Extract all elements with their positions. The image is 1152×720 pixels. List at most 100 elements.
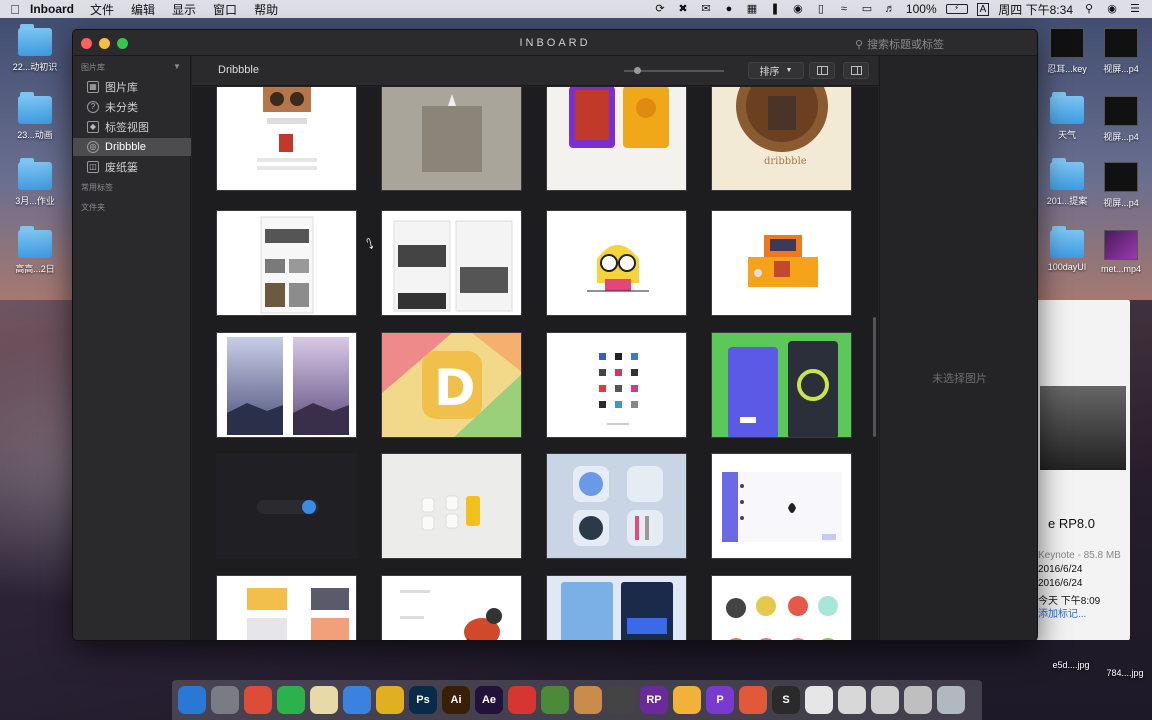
input-source[interactable]: A [976,2,990,16]
image-thumbnail[interactable] [546,575,687,640]
dock-app-icon[interactable] [871,686,899,714]
thumbnail-image [748,235,818,287]
svg-text:D: D [434,359,476,417]
image-thumbnail[interactable] [546,453,687,559]
eye-icon[interactable]: ◉ [791,3,805,15]
desktop-file[interactable]: 784....jpg [1090,668,1152,678]
image-thumbnail[interactable] [216,332,357,438]
image-thumbnail[interactable] [381,87,522,191]
common-tags-header: 常用标签 [81,183,113,192]
desktop-file[interactable]: met...mp4 [1086,230,1152,274]
image-thumbnail[interactable] [381,453,522,559]
grid-icon[interactable]: ▦ [745,3,759,15]
image-thumbnail[interactable] [711,575,852,640]
image-thumbnail[interactable] [381,575,522,640]
wifi-icon[interactable]: ≈ [837,3,851,15]
dock-app-icon[interactable]: S [772,686,800,714]
dock-app-icon[interactable] [607,686,635,714]
image-thumbnail[interactable] [546,87,687,191]
desktop-file[interactable]: 视屏...p4 [1086,162,1152,209]
dock-app-icon[interactable]: Ps [409,686,437,714]
dock-app-icon[interactable]: RP [640,686,668,714]
dock-app-icon[interactable] [739,686,767,714]
thumbnail-size-slider[interactable] [624,67,724,74]
sidebar-item-dribbble[interactable]: ◎ Dribbble [73,138,191,156]
apple-icon[interactable]:  [0,2,30,17]
spotlight-icon[interactable]: ⚲ [1082,3,1096,15]
siri-icon[interactable]: ◉ [1105,3,1119,15]
desktop-file[interactable]: 视屏...p4 [1086,96,1152,143]
battery-icon[interactable]: ⚡ [945,4,968,14]
dock-app-icon[interactable]: Ai [442,686,470,714]
chat-icon[interactable]: ✉ [699,3,713,15]
desktop-folder[interactable]: 22...动初识 [0,24,70,73]
dock-app-icon[interactable] [937,686,965,714]
thumbnail-image: D [382,333,521,437]
dock-app-icon[interactable] [343,686,371,714]
title-bar[interactable]: INBOARD ⚲ 搜索标题或标签 [73,30,1037,56]
dock-app-icon[interactable] [673,686,701,714]
dock-app-icon[interactable] [574,686,602,714]
dock-app-icon[interactable] [178,686,206,714]
grid-scrollbar[interactable] [873,317,876,437]
sort-button[interactable]: 排序 ▼ [748,62,804,79]
slider-knob[interactable] [634,67,641,74]
image-thumbnail[interactable] [546,210,687,316]
menu-help[interactable]: 帮助 [254,1,278,18]
sidebar-item-library[interactable]: ▦ 图片库 [73,78,191,96]
display-icon[interactable]: ▭ [860,3,874,15]
desktop-file[interactable]: 视屏...p4 [1086,28,1152,75]
dock-app-icon[interactable] [310,686,338,714]
dock-app-icon[interactable] [838,686,866,714]
image-thumbnail[interactable] [711,453,852,559]
toggle-sidebar-button[interactable] [809,62,835,79]
collapse-arrow-icon[interactable]: ▼ [173,62,181,71]
dock-app-icon[interactable] [508,686,536,714]
image-thumbnail[interactable] [216,87,357,191]
search-input[interactable]: ⚲ 搜索标题或标签 [855,36,1025,52]
menu-file[interactable]: 文件 [90,1,114,18]
image-thumbnail[interactable]: dribbble [711,87,852,191]
dock-app-icon[interactable] [541,686,569,714]
image-thumbnail[interactable]: D [381,332,522,438]
notification-center-icon[interactable]: ☰ [1128,3,1142,15]
desktop-folder[interactable]: 高高...2日 [0,226,70,275]
volume-icon[interactable]: ♬ [883,3,897,15]
image-thumbnail[interactable] [711,210,852,316]
image-thumbnail[interactable] [216,210,357,316]
image-thumbnail[interactable] [711,332,852,438]
x-icon[interactable]: ✖ [676,3,690,15]
file-preview-thumbnail [1040,386,1126,470]
add-tags-link[interactable]: 添加标记... [1038,605,1086,620]
image-thumbnail[interactable] [381,210,522,316]
image-thumbnail[interactable] [216,575,357,640]
notification-icon[interactable]: ● [722,3,736,15]
pause-icon[interactable]: ❚ [768,3,782,15]
sidebar-item-uncategorized[interactable]: ? 未分类 [73,98,191,116]
menu-view[interactable]: 显示 [172,1,196,18]
clock[interactable]: 周四 下午8:34 [998,1,1073,18]
dock-app-icon[interactable] [904,686,932,714]
sync-icon[interactable]: ⟳ [653,3,667,15]
dock-app-icon[interactable] [211,686,239,714]
dock-app-icon[interactable] [805,686,833,714]
desktop-folder[interactable]: 23...动画 [0,92,70,141]
folder-icon [1050,226,1084,258]
desktop-folder[interactable]: 3月...作业 [0,158,70,207]
image-thumbnail[interactable] [546,332,687,438]
menu-edit[interactable]: 编辑 [131,1,155,18]
dock-app-icon[interactable]: P [706,686,734,714]
menu-app-name[interactable]: Inboard [30,2,74,16]
image-thumbnail[interactable] [216,453,357,559]
dock-app-icon[interactable] [244,686,272,714]
toggle-preview-button[interactable] [843,62,869,79]
folder-icon [18,24,52,56]
menu-window[interactable]: 窗口 [213,1,237,18]
sidebar-item-tag-view[interactable]: ◆ 标签视图 [73,118,191,136]
dock-app-icon[interactable] [376,686,404,714]
bookmark-icon[interactable]: ▯ [814,3,828,15]
image-grid[interactable]: dribbble D [192,87,878,640]
sidebar-item-trash[interactable]: ◫ 废纸篓 [73,158,191,176]
dock-app-icon[interactable] [277,686,305,714]
dock-app-icon[interactable]: Ae [475,686,503,714]
